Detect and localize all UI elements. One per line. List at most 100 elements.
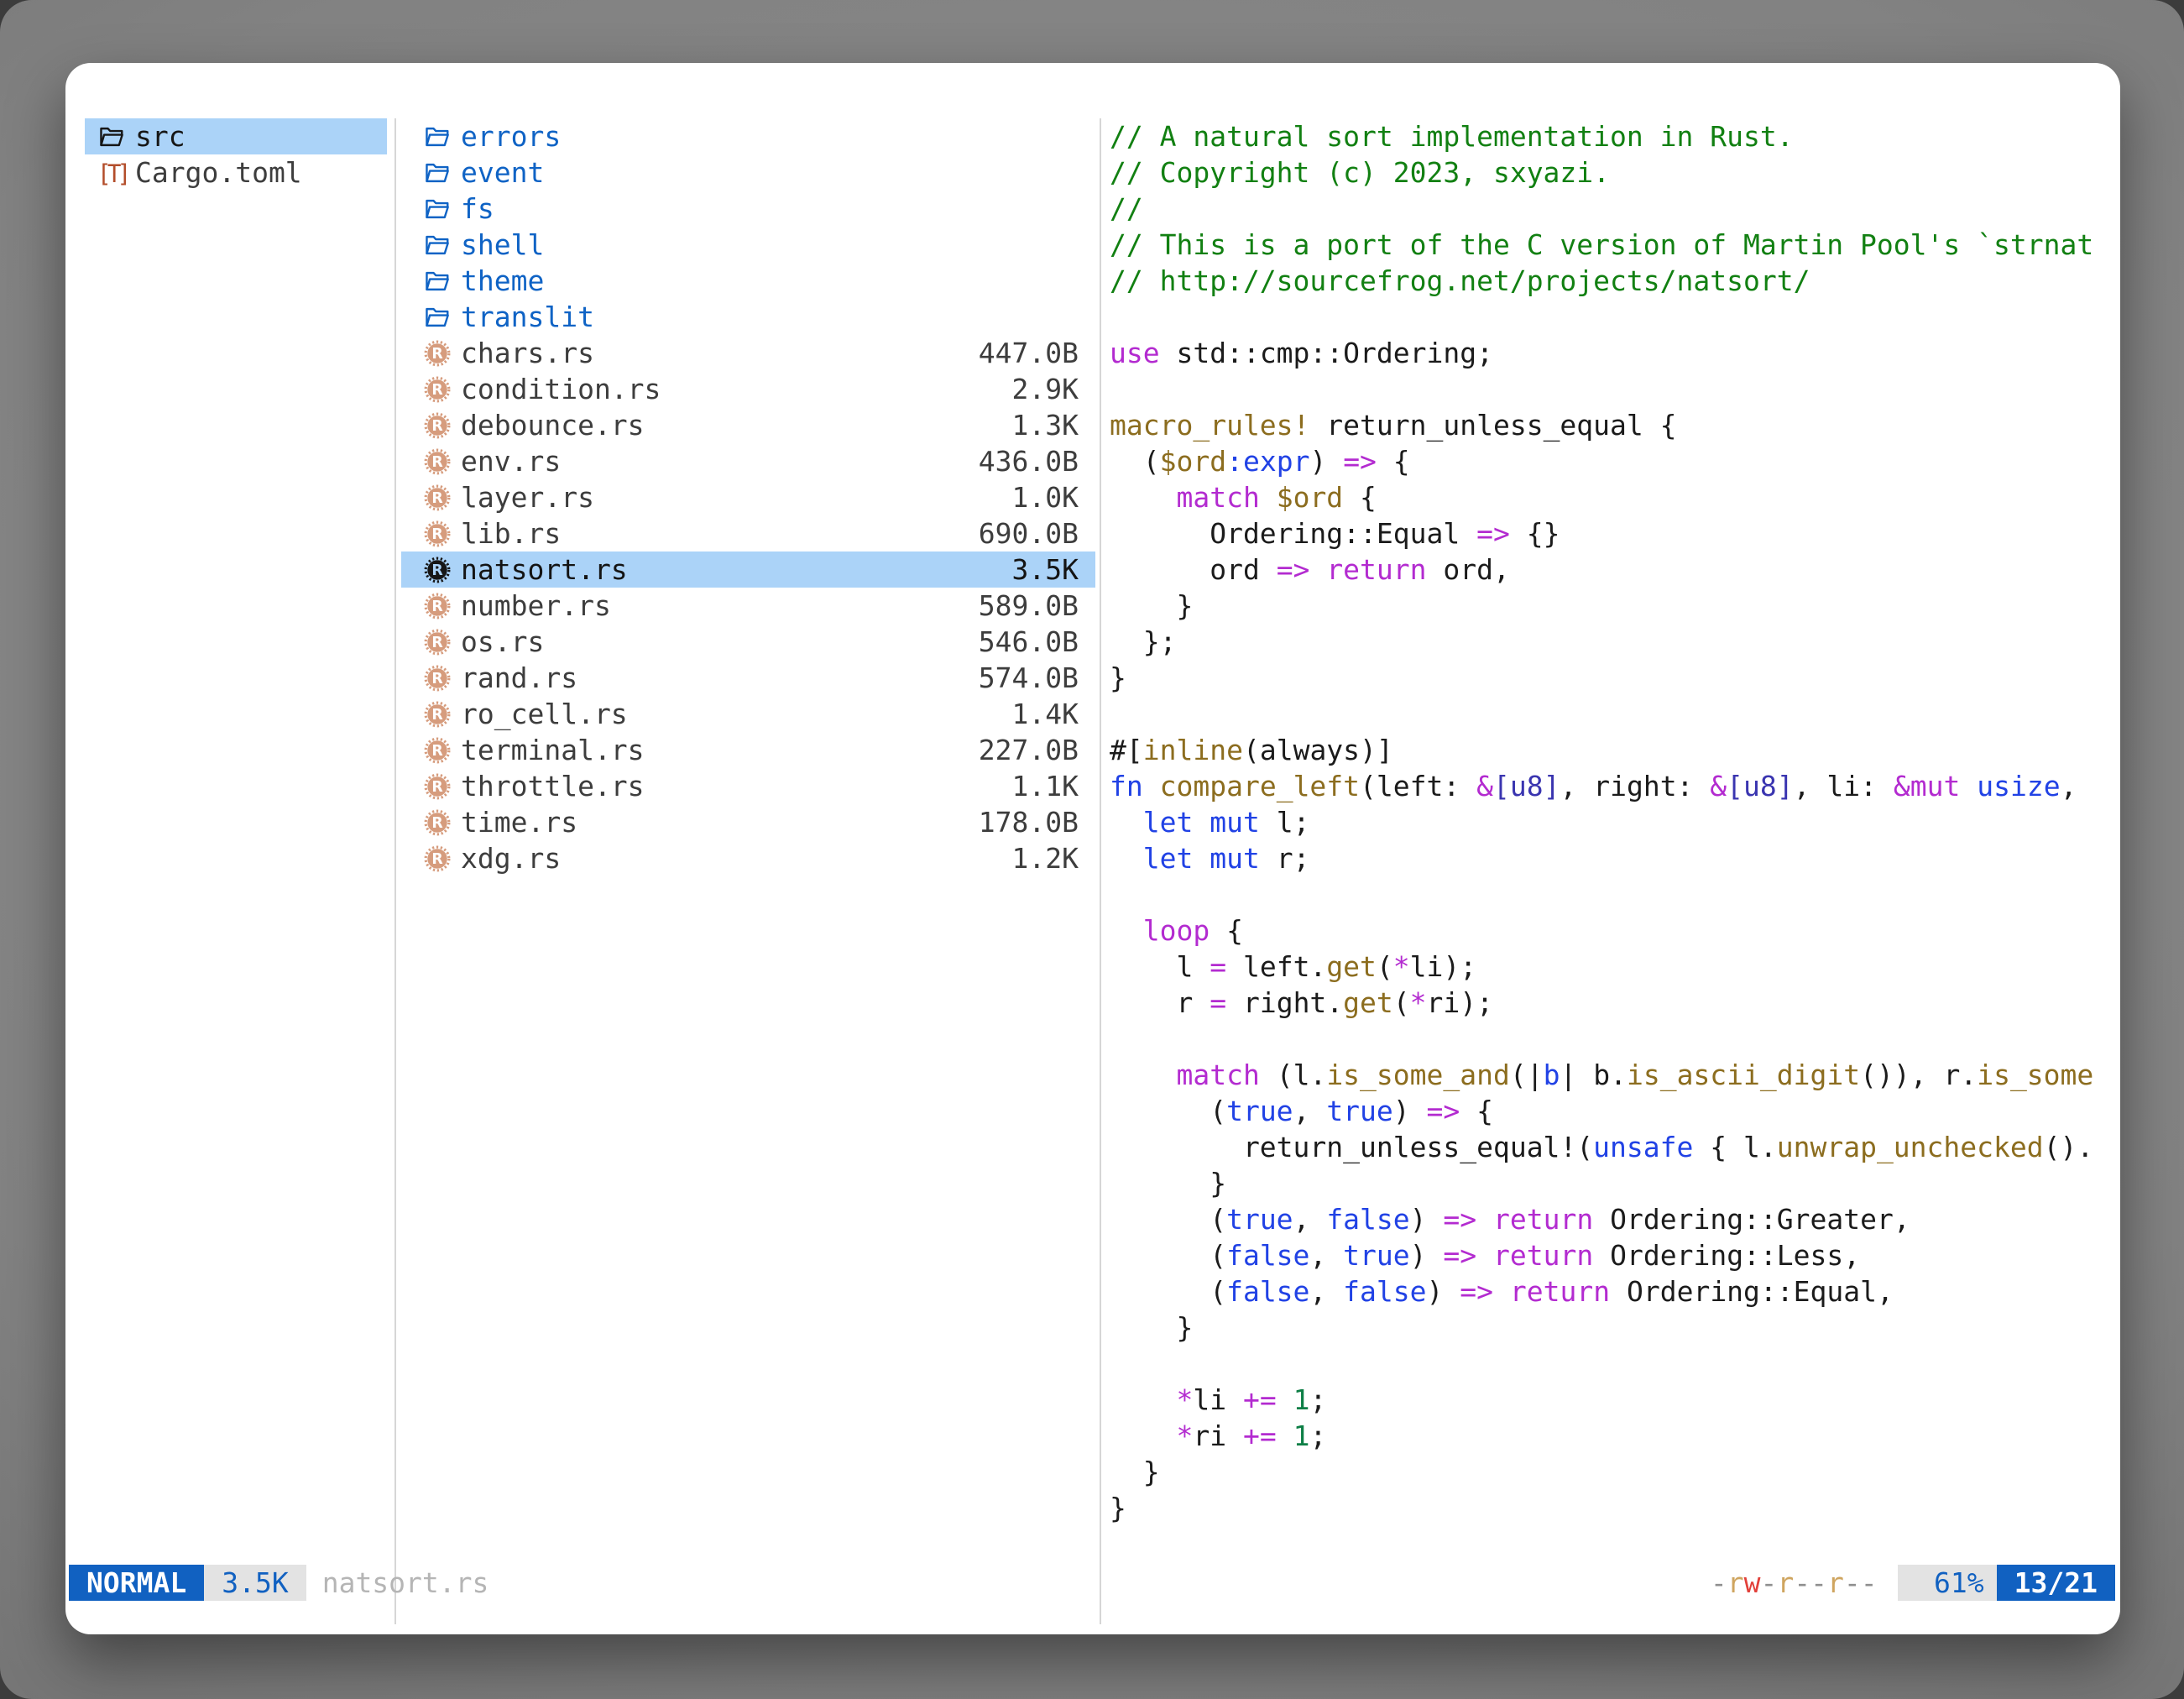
code-line: l = left.get(*li); <box>1110 949 2115 985</box>
code-line: (true, true) => { <box>1110 1093 2115 1129</box>
file-size-label: 3.5K <box>1012 553 1079 586</box>
current-file-row[interactable]: Rterminal.rs227.0B <box>401 732 1095 768</box>
current-file-row[interactable]: Rrand.rs574.0B <box>401 660 1095 696</box>
file-size-label: 1.0K <box>1012 481 1079 514</box>
code-line: // http://sourcefrog.net/projects/natsor… <box>1110 263 2115 299</box>
svg-text:R: R <box>431 778 442 795</box>
folder-open-icon <box>423 123 452 150</box>
file-size-label: 690.0B <box>979 517 1079 550</box>
file-size-label: 1.2K <box>1012 842 1079 875</box>
code-line: *li += 1; <box>1110 1382 2115 1418</box>
svg-text:R: R <box>431 634 442 651</box>
current-file-row[interactable]: Renv.rs436.0B <box>401 443 1095 479</box>
code-line: match $ord { <box>1110 479 2115 515</box>
current-file-row[interactable]: Rro_cell.rs1.4K <box>401 696 1095 732</box>
file-size-label: 546.0B <box>979 625 1079 658</box>
rust-file-icon: R <box>423 809 452 836</box>
parent-file-row[interactable]: [T] Cargo.toml <box>85 154 387 191</box>
file-size-label: 1.1K <box>1012 770 1079 802</box>
pane-separator-left <box>394 118 396 1624</box>
file-size-label: 2.9K <box>1012 373 1079 405</box>
file-name-label: rand.rs <box>461 661 577 694</box>
file-size-label: 227.0B <box>979 734 1079 766</box>
code-line: // Copyright (c) 2023, sxyazi. <box>1110 154 2115 191</box>
current-file-row[interactable]: Rchars.rs447.0B <box>401 335 1095 371</box>
code-line: } <box>1110 660 2115 696</box>
code-line: } <box>1110 1490 2115 1526</box>
rust-file-icon: R <box>423 448 452 475</box>
file-name-label: condition.rs <box>461 373 661 405</box>
current-file-row[interactable]: Rxdg.rs1.2K <box>401 840 1095 876</box>
code-line: return_unless_equal!(unsafe { l.unwrap_u… <box>1110 1129 2115 1165</box>
folder-open-icon <box>423 196 452 222</box>
current-file-row[interactable]: Rnatsort.rs3.5K <box>401 552 1095 588</box>
current-dir-row[interactable]: translit <box>401 299 1095 335</box>
file-size-label: 178.0B <box>979 806 1079 839</box>
code-line: } <box>1110 1310 2115 1346</box>
folder-open-icon <box>423 268 452 295</box>
current-file-row[interactable]: Rlayer.rs 1.0K <box>401 479 1095 515</box>
file-name-label: Cargo.toml <box>135 156 302 189</box>
rust-file-icon: R <box>423 773 452 800</box>
code-line: use std::cmp::Ordering; <box>1110 335 2115 371</box>
rust-file-icon: R <box>423 376 452 403</box>
code-line: (false, false) => return Ordering::Equal… <box>1110 1273 2115 1310</box>
current-file-row[interactable]: Rtime.rs178.0B <box>401 804 1095 840</box>
current-dir-row[interactable]: event <box>401 154 1095 191</box>
status-file-name: natsort.rs <box>322 1566 489 1599</box>
file-name-label: errors <box>461 120 561 153</box>
code-line <box>1110 696 2115 732</box>
file-name-label: os.rs <box>461 625 544 658</box>
code-line: // This is a port of the C version of Ma… <box>1110 227 2115 263</box>
file-name-label: debounce.rs <box>461 409 645 442</box>
code-line <box>1110 1021 2115 1057</box>
file-name-label: fs <box>461 192 494 225</box>
rust-file-icon: R <box>423 484 452 511</box>
code-line: } <box>1110 1165 2115 1201</box>
current-file-row[interactable]: Rnumber.rs589.0B <box>401 588 1095 624</box>
file-name-label: src <box>135 120 185 153</box>
svg-text:R: R <box>431 489 442 506</box>
code-line: (true, false) => return Ordering::Greate… <box>1110 1201 2115 1237</box>
file-name-label: chars.rs <box>461 337 594 369</box>
pane-separator-right <box>1100 118 1101 1624</box>
code-line: } <box>1110 588 2115 624</box>
toml-file-icon: [T] <box>97 159 124 186</box>
file-name-label: event <box>461 156 544 189</box>
current-dir-row[interactable]: errors <box>401 118 1095 154</box>
code-line: let mut l; <box>1110 804 2115 840</box>
code-line: macro_rules! return_unless_equal { <box>1110 407 2115 443</box>
file-name-label: number.rs <box>461 589 611 622</box>
svg-text:R: R <box>431 670 442 687</box>
current-file-row[interactable]: Ros.rs 546.0B <box>401 624 1095 660</box>
file-name-label: lib.rs <box>461 517 561 550</box>
current-file-row[interactable]: Rthrottle.rs1.1K <box>401 768 1095 804</box>
code-line: fn compare_left(left: &[u8], right: &[u8… <box>1110 768 2115 804</box>
file-name-label: layer.rs <box>461 481 594 514</box>
code-line: } <box>1110 1454 2115 1490</box>
svg-text:R: R <box>431 525 442 542</box>
code-line <box>1110 371 2115 407</box>
code-line: (false, true) => return Ordering::Less, <box>1110 1237 2115 1273</box>
file-preview-pane: // A natural sort implementation in Rust… <box>1110 118 2115 1562</box>
file-name-label: shell <box>461 228 544 261</box>
code-line: // <box>1110 191 2115 227</box>
file-name-label: ro_cell.rs <box>461 698 628 730</box>
current-file-row[interactable]: Rdebounce.rs1.3K <box>401 407 1095 443</box>
current-file-row[interactable]: Rcondition.rs 2.9K <box>401 371 1095 407</box>
code-line: #[inline(always)] <box>1110 732 2115 768</box>
code-line <box>1110 299 2115 335</box>
code-line: ($ord:expr) => { <box>1110 443 2115 479</box>
current-dir-row[interactable]: fs <box>401 191 1095 227</box>
rust-file-icon: R <box>423 593 452 619</box>
current-dir-row[interactable]: shell <box>401 227 1095 263</box>
current-dir-row[interactable]: theme <box>401 263 1095 299</box>
parent-dir-row[interactable]: src <box>85 118 387 154</box>
permissions-text: -rw-r--r-- <box>1711 1566 1878 1599</box>
rust-file-icon: R <box>423 737 452 764</box>
svg-text:R: R <box>431 850 442 867</box>
folder-open-icon <box>97 123 126 150</box>
current-file-row[interactable]: Rlib.rs 690.0B <box>401 515 1095 552</box>
file-size-label: 447.0B <box>979 337 1079 369</box>
code-line: match (l.is_some_and(|b| b.is_ascii_digi… <box>1110 1057 2115 1093</box>
